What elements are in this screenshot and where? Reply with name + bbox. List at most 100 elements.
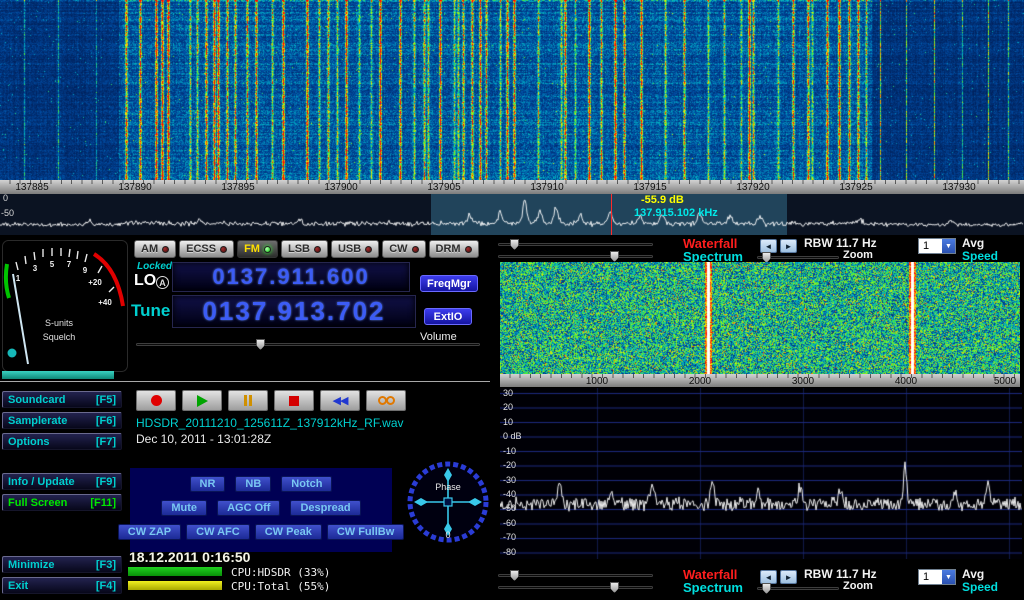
signal-level-readout: -55.9 dB	[641, 194, 684, 206]
minimize-button[interactable]: Minimize [F3]	[2, 556, 122, 573]
svg-text:+40: +40	[98, 298, 112, 307]
shift-right-button[interactable]: ►	[780, 570, 797, 584]
signal-level-bar	[2, 371, 114, 379]
spectrum-gain-slider[interactable]	[498, 251, 653, 262]
dsp-panel: NR NB Notch Mute AGC Off Despread CW ZAP…	[130, 468, 392, 552]
volume-slider[interactable]	[136, 339, 480, 350]
freqmgr-button[interactable]: FreqMgr	[420, 275, 478, 292]
mode-cw-label: CW	[389, 243, 407, 255]
record-button[interactable]	[136, 390, 176, 411]
despread-button[interactable]: Despread	[290, 500, 360, 516]
avg-select[interactable]: 1 ▼	[918, 238, 956, 254]
slider-thumb[interactable]	[762, 583, 771, 594]
zoom-label: Zoom	[843, 249, 873, 261]
mode-usb-button[interactable]: USB	[331, 240, 379, 258]
options-button-key: [F7]	[96, 436, 116, 448]
audio-frequency-scale[interactable]: 1000 2000 3000 4000 5000	[500, 374, 1020, 387]
chevron-down-icon[interactable]: ▼	[942, 570, 955, 584]
agc-off-button[interactable]: AGC Off	[217, 500, 280, 516]
tune-frequency-display[interactable]: 0137.913.702	[172, 295, 416, 328]
stop-button[interactable]	[274, 390, 314, 411]
audio-tick-label: 2000	[689, 376, 711, 387]
extio-button[interactable]: ExtIO	[424, 308, 472, 325]
mode-drm-button[interactable]: DRM	[429, 240, 479, 258]
mode-cw-button[interactable]: CW	[382, 240, 425, 258]
slider-thumb[interactable]	[610, 582, 619, 593]
avg-select-value: 1	[923, 240, 929, 252]
exit-button-label: Exit	[8, 580, 28, 592]
play-icon	[197, 395, 208, 407]
lo-frequency-display[interactable]: 0137.911.600	[172, 262, 410, 292]
mute-button[interactable]: Mute	[161, 500, 207, 516]
main-waterfall-display[interactable]	[0, 0, 1024, 180]
overview-spectrum-trace	[0, 194, 1024, 235]
slider-thumb[interactable]	[510, 570, 519, 581]
recording-filename: HDSDR_20111210_125611Z_137912kHz_RF.wav	[136, 416, 404, 430]
shift-left-button[interactable]: ◄	[760, 570, 777, 584]
cw-afc-button[interactable]: CW AFC	[186, 524, 250, 540]
rbw-label-bottom: RBW 11.7 Hz	[804, 567, 877, 581]
loop-icon	[386, 396, 395, 405]
phase-center-marker	[444, 498, 452, 506]
mode-cw-led-icon	[412, 246, 419, 253]
dsp-row: CW ZAP CW AFC CW Peak CW FullBw	[130, 524, 392, 540]
zoom-slider-bottom[interactable]	[757, 583, 839, 594]
audio-scale-ticks	[500, 374, 1020, 378]
mode-lsb-led-icon	[314, 246, 321, 253]
cpu-hdsdr-label: CPU:HDSDR (33%)	[231, 566, 330, 579]
loop-button[interactable]	[366, 390, 406, 411]
frequency-tick-label: 137900	[324, 182, 357, 193]
lo-label: LO	[134, 272, 156, 290]
speed-label-bottom: Speed	[962, 580, 998, 594]
mode-ecss-button[interactable]: ECSS	[179, 240, 234, 258]
left-arrow-icon: ◄	[765, 242, 773, 251]
rewind-button[interactable]: ◀◀	[320, 390, 360, 411]
mode-am-button[interactable]: AM	[134, 240, 176, 258]
mode-fm-label: FM	[244, 243, 260, 255]
info-update-button[interactable]: Info / Update [F9]	[2, 473, 122, 490]
squelch-knob[interactable]	[8, 349, 17, 358]
mode-lsb-button[interactable]: LSB	[281, 240, 328, 258]
audio-spectrum-display[interactable]	[500, 388, 1022, 559]
nr-button[interactable]: NR	[190, 476, 226, 492]
mode-usb-label: USB	[338, 243, 361, 255]
spectrum-gain-slider-bottom[interactable]	[498, 582, 653, 593]
slider-track	[498, 243, 653, 246]
options-button[interactable]: Options [F7]	[2, 433, 122, 450]
volume-slider-thumb[interactable]	[256, 339, 265, 350]
audio-waterfall-display[interactable]	[500, 262, 1020, 374]
db-axis-label: 20	[503, 402, 513, 412]
slider-thumb[interactable]	[610, 251, 619, 262]
band-shift-buttons: ◄ ►	[760, 239, 797, 253]
shift-left-button[interactable]: ◄	[760, 239, 777, 253]
right-arrow-icon: ►	[785, 573, 793, 582]
avg-select-bottom[interactable]: 1 ▼	[918, 569, 956, 585]
exit-button[interactable]: Exit [F4]	[2, 577, 122, 594]
samplerate-button[interactable]: Samplerate [F6]	[2, 412, 122, 429]
waterfall-brightness-slider[interactable]	[498, 239, 653, 250]
phase-scope: Phase 0	[404, 458, 492, 546]
cw-zap-button[interactable]: CW ZAP	[118, 524, 181, 540]
notch-button[interactable]: Notch	[281, 476, 332, 492]
fullscreen-button[interactable]: Full Screen [F11]	[2, 494, 122, 511]
fullscreen-button-label: Full Screen	[8, 497, 67, 509]
frequency-scale[interactable]: 137885 137890 137895 137900 137905 13791…	[0, 180, 1024, 194]
cw-peak-button[interactable]: CW Peak	[255, 524, 322, 540]
stop-icon	[289, 396, 299, 406]
audio-tick-label: 5000	[994, 376, 1016, 387]
play-button[interactable]	[182, 390, 222, 411]
cw-fullbw-button[interactable]: CW FullBw	[327, 524, 404, 540]
nb-button[interactable]: NB	[235, 476, 271, 492]
avg-label: Avg	[962, 236, 984, 250]
waterfall-brightness-slider-bottom[interactable]	[498, 570, 653, 581]
soundcard-button[interactable]: Soundcard [F5]	[2, 391, 122, 408]
slider-thumb[interactable]	[510, 239, 519, 250]
rbw-label: RBW 11.7 Hz	[804, 236, 877, 250]
chevron-down-icon[interactable]: ▼	[942, 239, 955, 253]
db-axis-label: -10	[503, 446, 516, 456]
info-update-button-key: [F9]	[96, 476, 116, 488]
lo-lock-badge[interactable]: A	[156, 276, 169, 289]
mode-fm-button[interactable]: FM	[237, 240, 278, 258]
pause-button[interactable]	[228, 390, 268, 411]
shift-right-button[interactable]: ►	[780, 239, 797, 253]
